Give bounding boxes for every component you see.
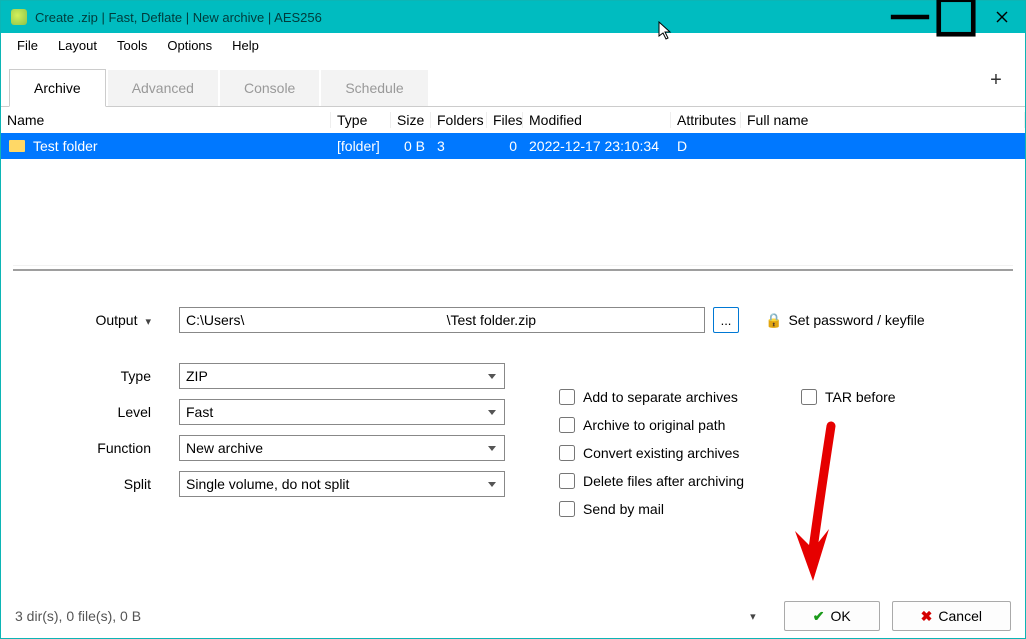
col-folders[interactable]: Folders	[431, 112, 487, 128]
split-select[interactable]: Single volume, do not split	[179, 471, 505, 497]
col-attrs[interactable]: Attributes	[671, 112, 741, 128]
cell-name: Test folder	[33, 138, 98, 154]
label-level: Level	[19, 404, 179, 420]
app-icon	[11, 9, 27, 25]
cell-type: [folder]	[331, 138, 391, 154]
tab-row: Archive Advanced Console Schedule +	[1, 57, 1025, 107]
label-output: Output	[95, 312, 137, 328]
window-title: Create .zip | Fast, Deflate | New archiv…	[35, 10, 322, 25]
menu-help[interactable]: Help	[222, 36, 269, 55]
label-type: Type	[19, 368, 179, 384]
cell-folders: 3	[431, 138, 487, 154]
tab-archive[interactable]: Archive	[9, 69, 106, 107]
x-icon: ✖	[921, 608, 933, 625]
col-files[interactable]: Files	[487, 112, 523, 128]
tab-console[interactable]: Console	[220, 70, 319, 106]
maximize-button[interactable]	[933, 1, 979, 33]
checkbox-group: Add to separate archives Archive to orig…	[559, 389, 744, 517]
titlebar: Create .zip | Fast, Deflate | New archiv…	[1, 1, 1025, 33]
col-name[interactable]: Name	[1, 112, 331, 128]
menu-layout[interactable]: Layout	[48, 36, 107, 55]
browse-button[interactable]: ...	[713, 307, 739, 333]
ok-button[interactable]: ✔OK	[784, 601, 880, 631]
cell-modified: 2022-12-17 23:10:34	[523, 138, 671, 154]
menubar: File Layout Tools Options Help	[1, 33, 1025, 57]
tab-advanced[interactable]: Advanced	[108, 70, 218, 106]
bottom-bar: 3 dir(s), 0 file(s), 0 B ▾ ✔OK ✖Cancel	[1, 594, 1025, 638]
output-input[interactable]	[179, 307, 705, 333]
close-button[interactable]	[979, 1, 1025, 33]
table-body: Test folder [folder] 0 B 3 0 2022-12-17 …	[1, 133, 1025, 261]
col-type[interactable]: Type	[331, 112, 391, 128]
check-convert[interactable]: Convert existing archives	[559, 445, 744, 461]
chevron-down-icon[interactable]: ▾	[145, 315, 151, 328]
form-area: Output ▾ ... 🔒 Set password / keyfile Typ…	[1, 271, 1025, 497]
cancel-button[interactable]: ✖Cancel	[892, 601, 1011, 631]
minimize-button[interactable]	[887, 1, 933, 33]
cell-size: 0 B	[391, 138, 431, 154]
menu-tools[interactable]: Tools	[107, 36, 157, 55]
file-table: Name Type Size Folders Files Modified At…	[1, 107, 1025, 261]
menu-file[interactable]: File	[7, 36, 48, 55]
level-select[interactable]: Fast	[179, 399, 505, 425]
label-split: Split	[19, 476, 179, 492]
lock-icon: 🔒	[765, 312, 782, 329]
check-delete[interactable]: Delete files after archiving	[559, 473, 744, 489]
type-select[interactable]: ZIP	[179, 363, 505, 389]
label-function: Function	[19, 440, 179, 456]
check-icon: ✔	[813, 608, 825, 625]
set-password-link[interactable]: 🔒 Set password / keyfile	[765, 312, 925, 329]
check-separate[interactable]: Add to separate archives	[559, 389, 744, 405]
col-fullname[interactable]: Full name	[741, 112, 1025, 128]
cell-files: 0	[487, 138, 523, 154]
tab-schedule[interactable]: Schedule	[321, 70, 427, 106]
checkbox-tar: TAR before	[801, 389, 896, 405]
add-tab-button[interactable]: +	[985, 69, 1007, 91]
table-header: Name Type Size Folders Files Modified At…	[1, 107, 1025, 133]
check-tar[interactable]: TAR before	[801, 389, 896, 405]
col-modified[interactable]: Modified	[523, 112, 671, 128]
menu-options[interactable]: Options	[157, 36, 222, 55]
status-text: 3 dir(s), 0 file(s), 0 B	[15, 608, 750, 624]
table-row[interactable]: Test folder [folder] 0 B 3 0 2022-12-17 …	[1, 133, 1025, 159]
chevron-down-icon[interactable]: ▾	[750, 610, 756, 623]
folder-icon	[9, 140, 25, 152]
col-size[interactable]: Size	[391, 112, 431, 128]
function-select[interactable]: New archive	[179, 435, 505, 461]
app-window: Create .zip | Fast, Deflate | New archiv…	[0, 0, 1026, 639]
check-original[interactable]: Archive to original path	[559, 417, 744, 433]
cell-attrs: D	[671, 138, 741, 154]
check-mail[interactable]: Send by mail	[559, 501, 744, 517]
